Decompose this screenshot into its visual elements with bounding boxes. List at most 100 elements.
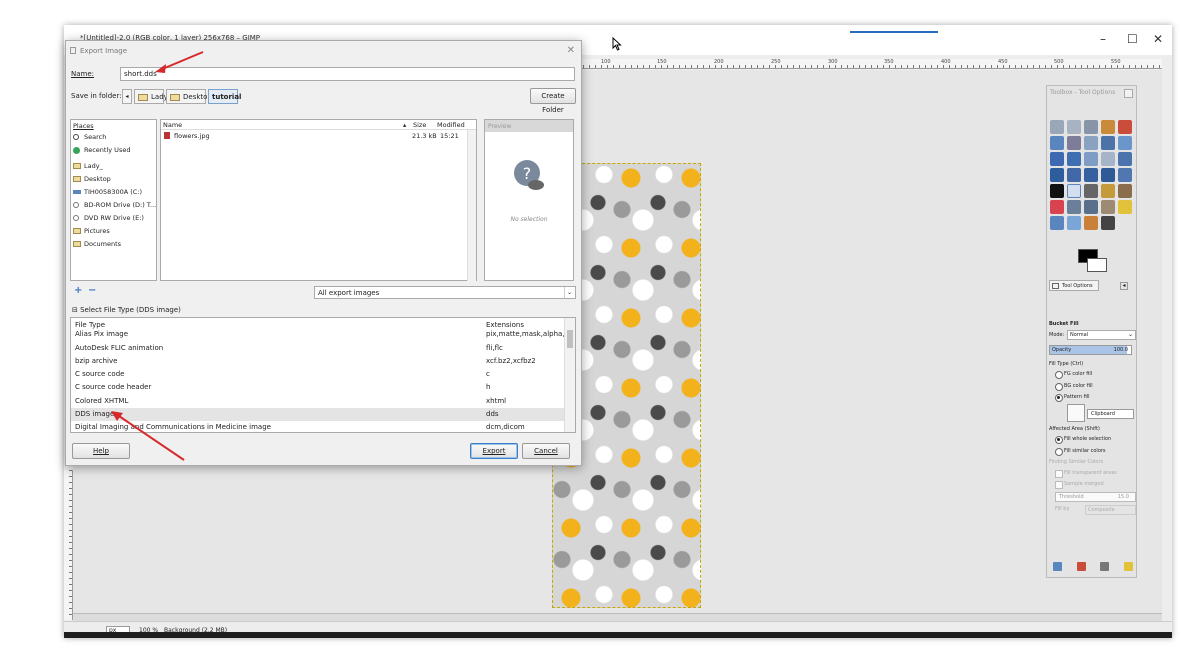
breadcrumb-tutorial[interactable]: tutorial [208,89,241,104]
align-tool-icon[interactable] [1084,152,1098,166]
pattern-fill-radio[interactable]: Pattern fill [1055,394,1090,402]
file-type-row[interactable]: Digital Imaging and Communications in Me… [71,421,566,432]
blur-tool-icon[interactable] [1067,216,1081,230]
move-tool-icon[interactable] [1067,152,1081,166]
shear-tool-icon[interactable] [1067,168,1081,182]
file-type-scrollbar[interactable] [564,318,575,432]
flip-tool-icon[interactable] [1101,168,1115,182]
place-drive-d[interactable]: BD-ROM Drive (D:) T... [73,201,156,209]
file-list[interactable]: Name ▴ Size Modified flowers.jpg 21.3 kB… [160,119,477,281]
background-color-swatch[interactable] [1087,258,1107,272]
file-type-row[interactable]: Alias Pix image pix,matte,mask,alpha,als [71,328,574,341]
reset-options-icon[interactable] [1123,562,1133,571]
place-drive-c[interactable]: TIH0058300A (C:) [73,188,142,196]
color-picker-tool-icon[interactable] [1101,136,1115,150]
file-list-scrollbar[interactable] [467,130,476,281]
blend-tool-icon[interactable] [1084,184,1098,198]
delete-options-icon[interactable] [1100,562,1110,571]
file-type-row[interactable]: Colored XHTML xhtml [71,395,566,408]
create-folder-button[interactable]: Create Folder [530,88,576,114]
pencil-tool-icon[interactable] [1101,184,1115,198]
place-pictures[interactable]: Pictures [73,227,110,235]
pattern-preview[interactable] [1067,404,1085,422]
select-file-type-expander[interactable]: ⊟ Select File Type (DDS image) [72,306,181,314]
opacity-slider[interactable]: Opacity 100.0 [1049,345,1132,355]
place-search[interactable]: Search [73,133,106,141]
airbrush-tool-icon[interactable] [1067,200,1081,214]
mode-select[interactable]: Normal ⌄ [1067,330,1136,340]
place-desktop[interactable]: Desktop [73,175,111,183]
perspective-tool-icon[interactable] [1084,168,1098,182]
fill-whole-selection-radio[interactable]: Fill whole selection [1055,436,1111,444]
heal-tool-icon[interactable] [1118,200,1132,214]
file-type-list[interactable]: File Type Extensions Alias Pix image pix,… [70,317,576,433]
perspective-clone-tool-icon[interactable] [1050,216,1064,230]
bucket-fill-tool-icon[interactable] [1067,184,1081,198]
ellipse-select-tool-icon[interactable] [1067,120,1081,134]
tab-tool-options[interactable]: Tool Options [1049,280,1099,291]
add-bookmark-icon[interactable]: + [74,285,82,296]
zoom-tool-icon[interactable] [1118,136,1132,150]
paths-tool-icon[interactable] [1084,136,1098,150]
file-row[interactable]: flowers.jpg 21.3 kB 15:21 [161,131,466,141]
cancel-button[interactable]: Cancel [522,443,570,459]
fg-color-fill-radio[interactable]: FG color fill [1055,371,1092,379]
file-type-row[interactable]: bzip archive xcf.bz2,xcfbz2 [71,355,566,368]
fill-by-select[interactable]: Composite [1085,505,1136,515]
smudge-tool-icon[interactable] [1084,216,1098,230]
rotate-tool-icon[interactable] [1118,152,1132,166]
places-header[interactable]: Places [73,122,94,130]
save-options-icon[interactable] [1053,562,1062,571]
tab-menu-icon[interactable]: ◂ [1120,282,1128,290]
restore-options-icon[interactable] [1076,562,1086,571]
fill-similar-colors-radio[interactable]: Fill similar colors [1055,448,1106,456]
sample-merged-checkbox[interactable]: Sample merged [1055,481,1104,489]
clone-tool-icon[interactable] [1101,200,1115,214]
place-documents[interactable]: Documents [73,240,121,248]
rect-select-tool-icon[interactable] [1050,120,1064,134]
maximize-button[interactable]: ☐ [1127,32,1138,46]
free-select-tool-icon[interactable] [1084,120,1098,134]
file-name-input[interactable]: short.dds [120,67,575,81]
measure-tool-icon[interactable] [1050,152,1064,166]
foreground-select-tool-icon[interactable] [1067,136,1081,150]
breadcrumb-desktop[interactable]: Desktop [166,89,212,104]
place-drive-e[interactable]: DVD RW Drive (E:) [73,214,144,222]
color-select-tool-icon[interactable] [1118,120,1132,134]
minimize-button[interactable]: – [1100,32,1106,46]
bg-color-fill-radio[interactable]: BG color fill [1055,383,1093,391]
file-type-row[interactable]: AutoDesk FLIC animation fli,flc [71,342,566,355]
cage-tool-icon[interactable] [1118,168,1132,182]
dodge-burn-tool-icon[interactable] [1101,216,1115,230]
remove-bookmark-icon[interactable]: − [88,285,96,296]
column-name[interactable]: Name [163,121,182,129]
place-recently-used[interactable]: Recently Used [73,146,130,154]
file-filter-select[interactable]: All export images ⌄ [314,286,576,299]
fuzzy-select-tool-icon[interactable] [1101,120,1115,134]
horizontal-scrollbar[interactable] [73,613,1162,621]
preview-header[interactable]: Preview [485,120,573,132]
ink-tool-icon[interactable] [1084,200,1098,214]
breadcrumb-back-icon[interactable]: ◂ [122,89,132,104]
help-button[interactable]: Help [72,443,130,459]
scrollbar-thumb[interactable] [567,330,573,348]
fill-transparent-checkbox[interactable]: Fill transparent areas [1055,470,1117,478]
crop-tool-icon[interactable] [1101,152,1115,166]
close-window-button[interactable]: ✕ [1153,32,1163,46]
column-modified[interactable]: Modified [437,121,465,129]
paintbrush-tool-icon[interactable] [1118,184,1132,198]
scale-tool-icon[interactable] [1050,168,1064,182]
vertical-ruler[interactable] [64,470,73,620]
eraser-tool-icon[interactable] [1050,200,1064,214]
file-type-row-selected[interactable]: DDS image dds [71,408,566,421]
place-lady[interactable]: Lady_ [73,162,103,170]
threshold-slider[interactable]: Threshold 15.0 [1055,492,1136,502]
file-type-row[interactable]: C source code c [71,368,566,381]
breadcrumb-lady[interactable]: Lady_ [134,89,171,104]
column-size[interactable]: Size [413,121,426,129]
file-type-row[interactable]: C source code header h [71,381,566,394]
export-button[interactable]: Export [470,443,518,459]
text-tool-icon[interactable] [1050,184,1064,198]
toolbox-close-icon[interactable] [1124,89,1133,98]
close-icon[interactable]: ✕ [567,45,575,56]
